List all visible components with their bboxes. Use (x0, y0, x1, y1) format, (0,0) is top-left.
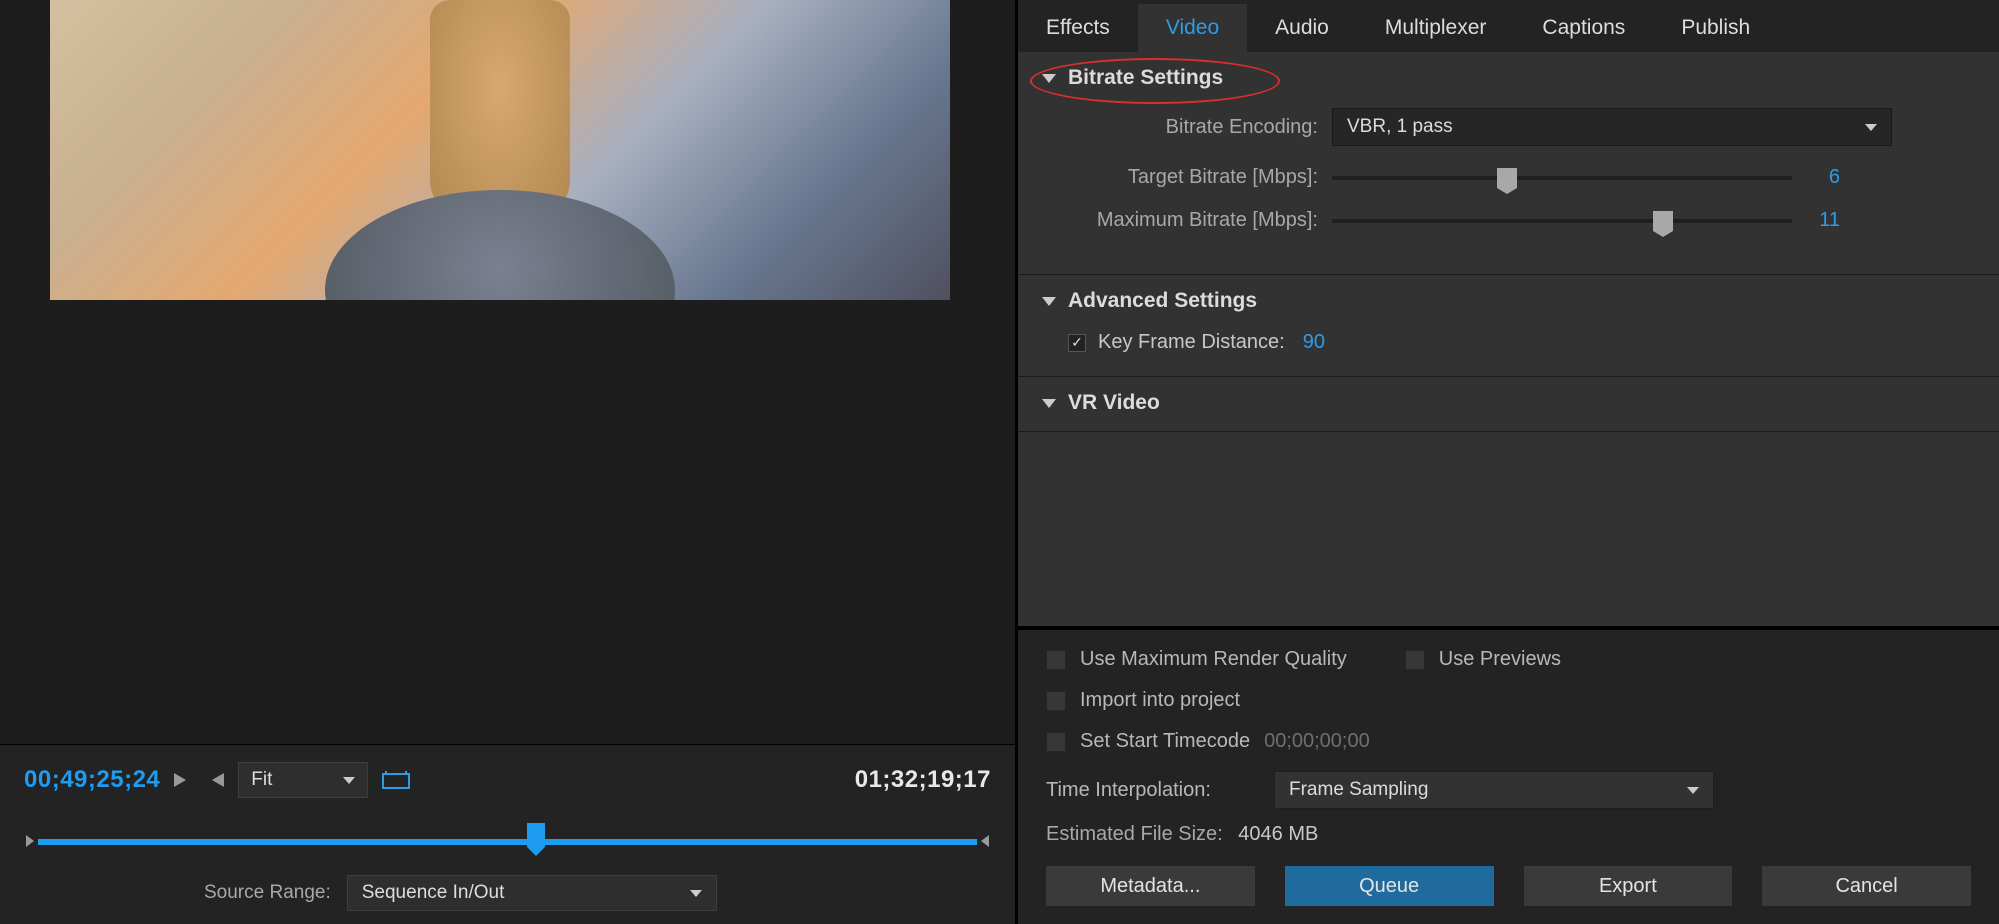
bitrate-encoding-dropdown[interactable]: VBR, 1 pass (1332, 108, 1892, 146)
disclosure-triangle-icon (1042, 399, 1056, 408)
set-start-timecode-checkbox[interactable] (1046, 732, 1066, 752)
section-bitrate: Bitrate Settings Bitrate Encoding: VBR, … (1018, 52, 1999, 275)
settings-pane: Effects Video Audio Multiplexer Captions… (1015, 0, 1999, 924)
section-advanced: Advanced Settings ✓ Key Frame Distance: … (1018, 275, 1999, 377)
timecode-duration: 01;32;19;17 (855, 766, 991, 794)
section-title: Advanced Settings (1068, 289, 1257, 313)
preview-video-frame[interactable] (50, 0, 950, 300)
settings-tabs: Effects Video Audio Multiplexer Captions… (1018, 0, 1999, 52)
max-render-quality-label: Use Maximum Render Quality (1080, 648, 1347, 671)
section-header-vr[interactable]: VR Video (1042, 391, 1975, 415)
timecode-current[interactable]: 00;49;25;24 (24, 766, 160, 794)
estimated-size-value: 4046 MB (1238, 823, 1318, 845)
playhead[interactable] (527, 823, 545, 847)
zoom-dropdown[interactable]: Fit (238, 762, 368, 798)
source-range-dropdown[interactable]: Sequence In/Out (347, 875, 717, 911)
preview-area (0, 0, 1015, 744)
mark-out-icon[interactable] (206, 773, 224, 787)
import-into-project-label: Import into project (1080, 689, 1240, 712)
set-start-timecode-label: Set Start Timecode (1080, 730, 1250, 753)
estimated-size-label: Estimated File Size: (1046, 823, 1223, 845)
preview-pane: 00;49;25;24 Fit 01;32;19;17 Source Range… (0, 0, 1015, 924)
section-vr-video: VR Video (1018, 377, 1999, 432)
max-bitrate-label: Maximum Bitrate [Mbps]: (1042, 209, 1332, 232)
queue-button[interactable]: Queue (1285, 866, 1494, 906)
export-button[interactable]: Export (1524, 866, 1733, 906)
cancel-button[interactable]: Cancel (1762, 866, 1971, 906)
section-header-bitrate[interactable]: Bitrate Settings (1042, 66, 1975, 90)
slider-thumb[interactable] (1653, 211, 1673, 231)
max-render-quality-checkbox[interactable] (1046, 650, 1066, 670)
metadata-button[interactable]: Metadata... (1046, 866, 1255, 906)
safe-margins-icon[interactable] (382, 769, 410, 791)
section-title: VR Video (1068, 391, 1160, 415)
bitrate-encoding-value: VBR, 1 pass (1347, 116, 1453, 138)
chevron-down-icon (1687, 787, 1699, 794)
slider-thumb[interactable] (1497, 168, 1517, 188)
max-bitrate-value[interactable]: 11 (1810, 209, 1840, 232)
tab-video[interactable]: Video (1138, 4, 1247, 52)
time-interpolation-value: Frame Sampling (1289, 779, 1428, 801)
start-timecode-value: 00;00;00;00 (1264, 730, 1370, 753)
tab-publish[interactable]: Publish (1653, 4, 1778, 52)
import-into-project-checkbox[interactable] (1046, 691, 1066, 711)
tab-effects[interactable]: Effects (1018, 4, 1138, 52)
playback-bar: 00;49;25;24 Fit 01;32;19;17 Source Range… (0, 744, 1015, 924)
settings-scroll[interactable]: Bitrate Settings Bitrate Encoding: VBR, … (1018, 52, 1999, 626)
section-header-advanced[interactable]: Advanced Settings (1042, 289, 1975, 313)
chevron-down-icon (690, 890, 702, 897)
chevron-down-icon (1865, 124, 1877, 131)
zoom-value: Fit (251, 769, 272, 791)
keyframe-distance-label: Key Frame Distance: (1098, 331, 1285, 354)
time-interpolation-label: Time Interpolation: (1046, 779, 1256, 802)
timeline-track[interactable] (38, 839, 977, 845)
source-range-label: Source Range: (204, 882, 331, 904)
disclosure-triangle-icon (1042, 74, 1056, 83)
time-interpolation-dropdown[interactable]: Frame Sampling (1274, 771, 1714, 809)
target-bitrate-label: Target Bitrate [Mbps]: (1042, 166, 1332, 189)
target-bitrate-value[interactable]: 6 (1810, 166, 1840, 189)
tab-audio[interactable]: Audio (1247, 4, 1357, 52)
chevron-down-icon (343, 777, 355, 784)
source-range-value: Sequence In/Out (362, 882, 505, 904)
export-options-panel: Use Maximum Render Quality Use Previews … (1018, 626, 1999, 924)
timeline-in-marker[interactable] (26, 835, 34, 847)
bitrate-encoding-label: Bitrate Encoding: (1042, 116, 1332, 139)
target-bitrate-slider[interactable] (1332, 176, 1792, 180)
max-bitrate-slider[interactable] (1332, 219, 1792, 223)
use-previews-label: Use Previews (1439, 648, 1561, 671)
use-previews-checkbox[interactable] (1405, 650, 1425, 670)
timeline-out-marker[interactable] (981, 835, 989, 847)
disclosure-triangle-icon (1042, 297, 1056, 306)
tab-captions[interactable]: Captions (1514, 4, 1653, 52)
tab-multiplexer[interactable]: Multiplexer (1357, 4, 1515, 52)
mark-in-icon[interactable] (174, 773, 192, 787)
section-title: Bitrate Settings (1068, 66, 1223, 90)
keyframe-distance-value[interactable]: 90 (1303, 331, 1325, 354)
keyframe-distance-checkbox[interactable]: ✓ (1068, 334, 1086, 352)
timeline[interactable] (24, 819, 991, 859)
